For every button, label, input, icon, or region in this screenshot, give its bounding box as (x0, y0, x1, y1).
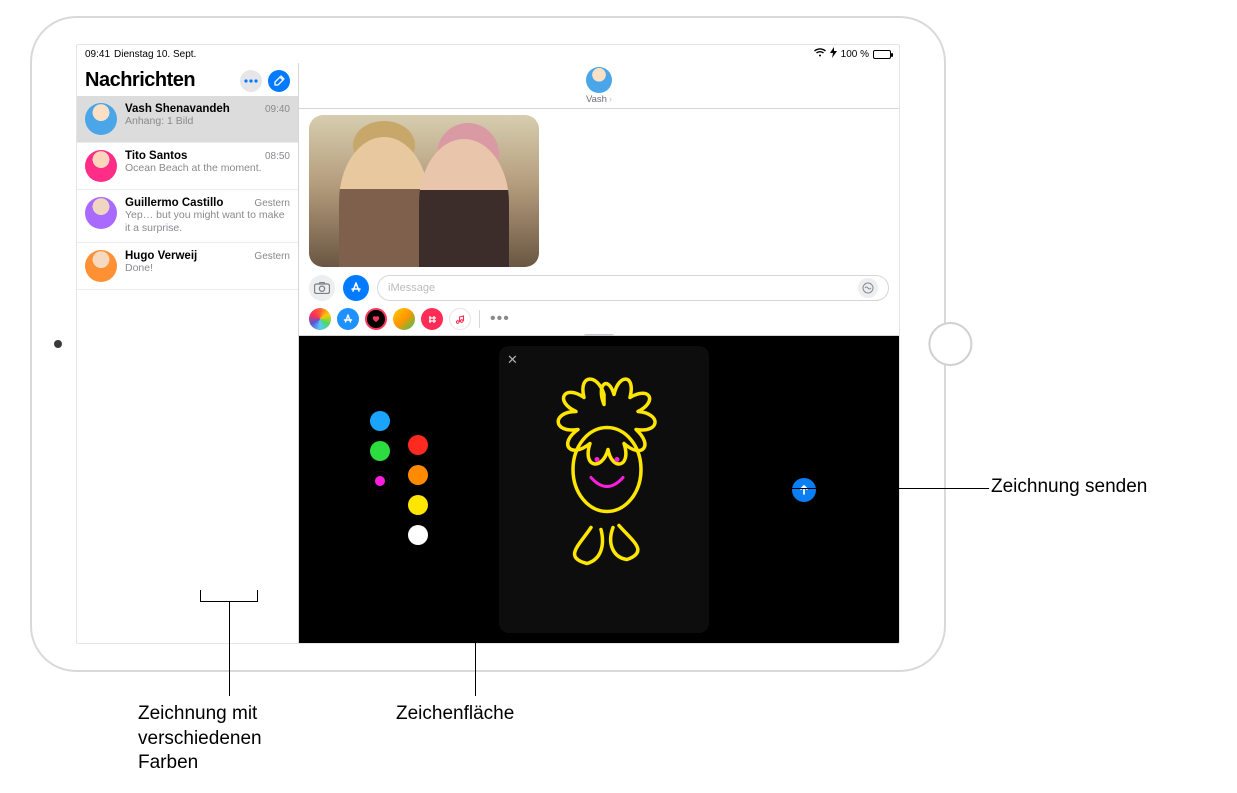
battery-percent: 100 % (841, 49, 869, 60)
chat-body[interactable] (299, 109, 899, 271)
color-swatch-yellow[interactable] (408, 495, 428, 515)
appstore-app-icon[interactable] (337, 308, 359, 330)
conversation-preview: Done! (125, 262, 290, 275)
conversation-preview: Yep… but you might want to make it a sur… (125, 209, 290, 235)
conversation-time: Gestern (254, 251, 290, 262)
hashtag-images-icon[interactable] (421, 308, 443, 330)
more-button[interactable] (240, 70, 262, 92)
conversation-preview: Ocean Beach at the moment. (125, 162, 290, 175)
camera-button[interactable] (309, 275, 335, 301)
photo-message[interactable] (309, 115, 539, 267)
sidebar-title: Nachrichten (85, 69, 195, 92)
conversation-time: 08:50 (265, 151, 290, 162)
chat-header: Vash › (299, 63, 899, 109)
conversation-item[interactable]: Tito Santos 08:50 Ocean Beach at the mom… (77, 143, 298, 190)
callout-line (475, 631, 476, 696)
charging-icon (830, 47, 837, 61)
color-swatch-blue[interactable] (370, 411, 390, 431)
status-bar: 09:41 Dienstag 10. Sept. 100 % (77, 45, 899, 63)
photos-app-icon[interactable] (309, 308, 331, 330)
messages-app: Nachrichten (77, 63, 899, 643)
conversation-sidebar: Nachrichten (77, 63, 299, 643)
sidebar-header: Nachrichten (77, 63, 298, 96)
color-swatch-green[interactable] (370, 441, 390, 461)
voice-record-button[interactable] (858, 278, 878, 298)
screen: 09:41 Dienstag 10. Sept. 100 % Nachricht… (76, 44, 900, 644)
color-swatch-white[interactable] (408, 525, 428, 545)
ipad-frame: 09:41 Dienstag 10. Sept. 100 % Nachricht… (32, 18, 944, 670)
color-swatch-orange[interactable] (408, 465, 428, 485)
callout-line (229, 602, 230, 696)
callout-send: Zeichnung senden (991, 475, 1147, 500)
avatar (85, 197, 117, 229)
status-time: 09:41 (85, 49, 110, 60)
contact-name: Vash (586, 94, 607, 105)
send-drawing-button[interactable] (792, 478, 816, 502)
message-input[interactable]: iMessage (377, 275, 889, 301)
color-swatch-magenta[interactable] (370, 471, 390, 491)
wifi-icon (814, 48, 826, 60)
tray-more-button[interactable]: ••• (490, 310, 510, 328)
digital-touch-app-icon[interactable] (365, 308, 387, 330)
input-placeholder: iMessage (388, 282, 435, 294)
compose-button[interactable] (268, 70, 290, 92)
contact-info[interactable]: Vash › (586, 67, 612, 105)
home-button[interactable] (928, 322, 972, 366)
conversation-item[interactable]: Vash Shenavandeh 09:40 Anhang: 1 Bild (77, 96, 298, 143)
conversation-preview: Anhang: 1 Bild (125, 115, 290, 128)
avatar (85, 250, 117, 282)
conversation-item[interactable]: Hugo Verweij Gestern Done! (77, 243, 298, 290)
conversation-name: Hugo Verweij (125, 250, 197, 262)
memoji-app-icon[interactable] (393, 308, 415, 330)
chat-pane: Vash › (299, 63, 899, 643)
message-input-row: iMessage (299, 271, 899, 305)
tray-divider (479, 310, 480, 328)
drawing-canvas-wrap: ✕ (499, 346, 709, 633)
battery-icon (873, 50, 891, 59)
callout-line (746, 488, 989, 489)
color-swatch-red[interactable] (408, 435, 428, 455)
digital-touch-drawer: ✕ (299, 336, 899, 643)
callout-palette: Zeichnung mit verschiedenen Farben (138, 702, 308, 776)
conversation-time: Gestern (254, 198, 290, 209)
conversation-name: Vash Shenavandeh (125, 103, 230, 115)
app-drawer-button[interactable] (343, 275, 369, 301)
callout-bracket (200, 590, 258, 602)
conversation-time: 09:40 (265, 104, 290, 115)
music-app-icon[interactable] (449, 308, 471, 330)
conversation-name: Guillermo Castillo (125, 197, 223, 209)
status-date: Dienstag 10. Sept. (114, 49, 196, 60)
send-area (709, 336, 899, 643)
contact-avatar (586, 67, 612, 93)
app-tray: ••• (299, 305, 899, 336)
avatar (85, 103, 117, 135)
chevron-right-icon: › (609, 94, 612, 104)
front-camera-icon (54, 340, 62, 348)
color-palette (299, 336, 499, 643)
close-canvas-button[interactable]: ✕ (507, 352, 518, 368)
conversation-name: Tito Santos (125, 150, 187, 162)
drawing-canvas[interactable] (499, 346, 709, 633)
conversation-item[interactable]: Guillermo Castillo Gestern Yep… but you … (77, 190, 298, 243)
avatar (85, 150, 117, 182)
callout-canvas: Zeichenfläche (396, 702, 514, 727)
conversation-list: Vash Shenavandeh 09:40 Anhang: 1 Bild Ti… (77, 96, 298, 643)
